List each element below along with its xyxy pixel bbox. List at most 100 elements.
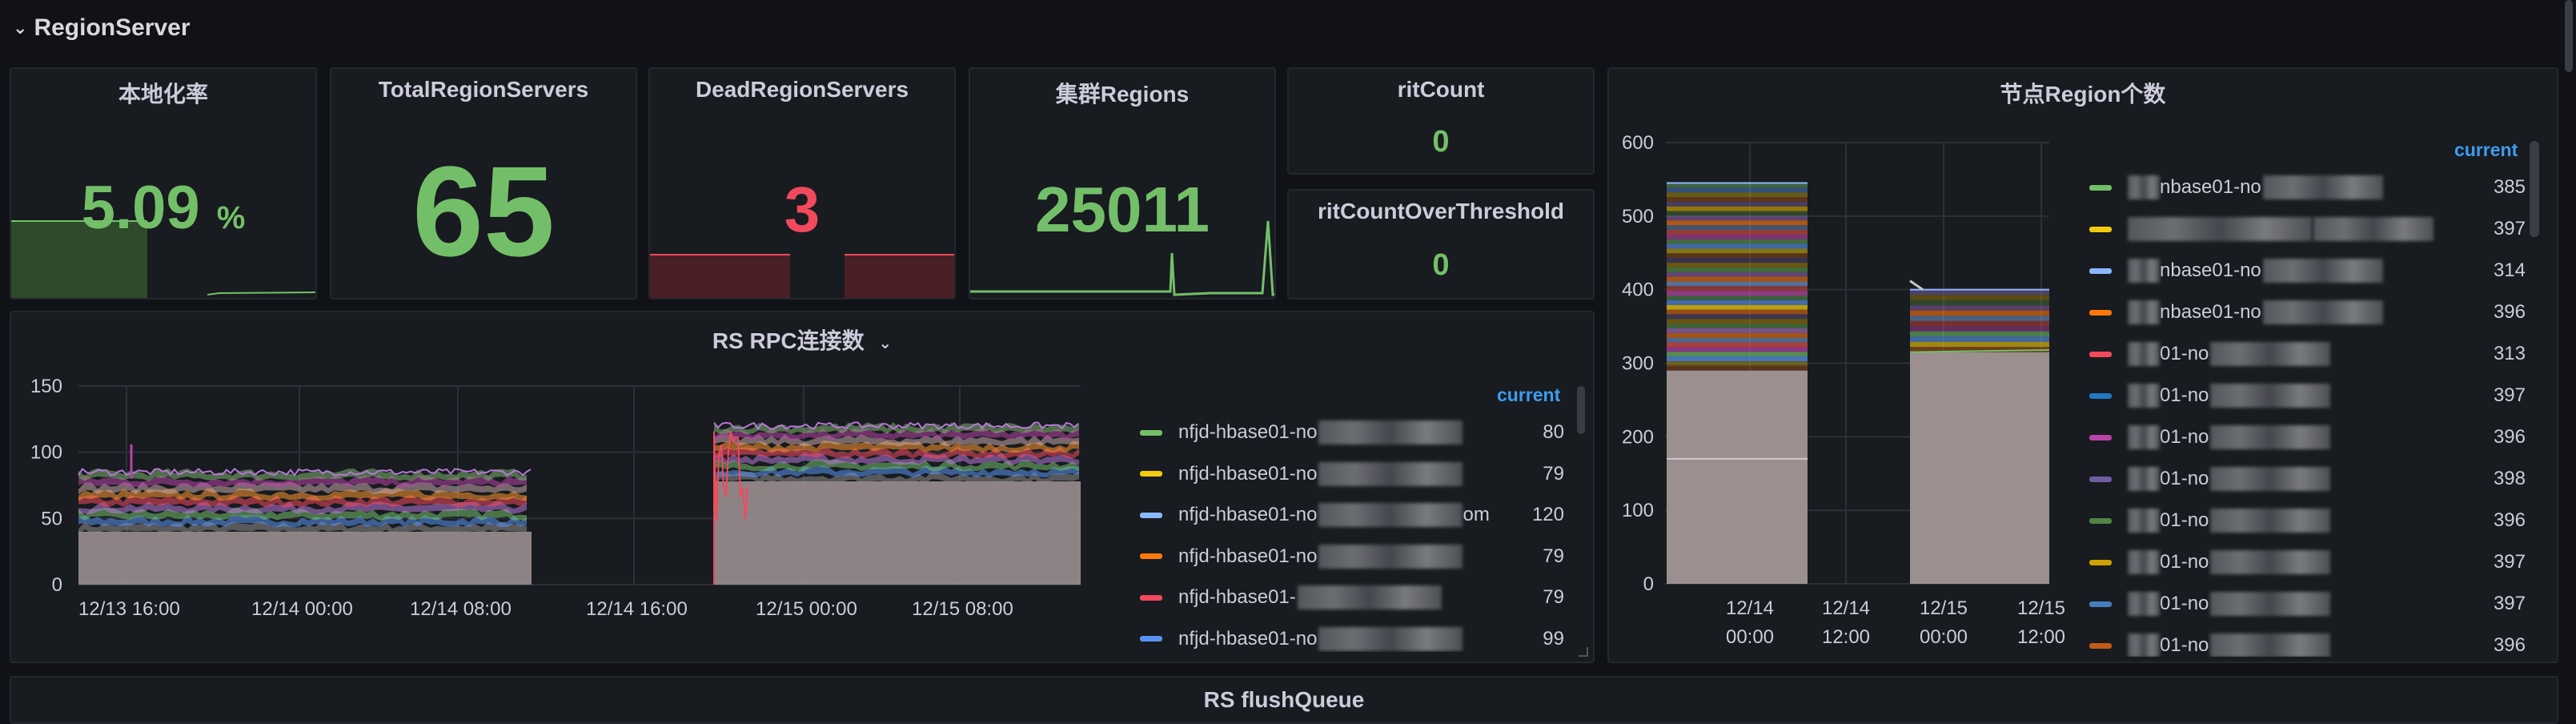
legend-item[interactable]: nfjd-hbase01-no 79 (1140, 536, 1588, 577)
legend-swatch (2089, 392, 2112, 399)
series-line (1909, 280, 1924, 291)
page-scrollbar[interactable] (2565, 0, 2573, 72)
legend-item[interactable]: 01-no 396 (2089, 500, 2542, 541)
redacted-hostname (2210, 384, 2331, 408)
legend-item[interactable]: nfjd-hbase01- 79 (1140, 577, 1588, 618)
legend-label: nfjd-hbase01- (1178, 586, 1296, 608)
y-tick-label: 400 (1622, 280, 1654, 301)
y-tick-label: 600 (1622, 132, 1654, 154)
stat-panel-total-rs[interactable]: TotalRegionServers 65 (330, 67, 637, 300)
row-header[interactable]: ⌄ RegionServer (13, 14, 191, 42)
redacted-hostname (2128, 259, 2160, 283)
legend-swatch (1140, 594, 1162, 601)
redacted-hostname (1318, 626, 1463, 651)
series-area (1667, 347, 1808, 352)
legend-value: 396 (2493, 509, 2526, 531)
stat-panel-rit-over-threshold[interactable]: ritCountOverThreshold 0 (1287, 189, 1595, 300)
legend-value: 79 (1543, 586, 1564, 608)
legend-item[interactable]: 01-no 397 (2089, 541, 2542, 583)
legend-label: 01-no (2160, 509, 2209, 531)
series-area (1910, 326, 2049, 332)
series-area (1910, 305, 2049, 311)
series-area (1667, 272, 1808, 277)
redacted-hostname (2128, 550, 2160, 574)
panel-title: RS flushQueue (1203, 687, 1365, 712)
series-area (1667, 215, 1808, 221)
rpc-connections-panel[interactable]: RS RPC连接数 ⌄ 0 50 100 150 12/13 16:00 12/14 00… (10, 311, 1595, 663)
area-band (1667, 370, 1808, 584)
legend-item[interactable]: 01-no 398 (2089, 458, 2542, 500)
x-tick-label: 12:00 (2017, 626, 2065, 648)
legend-item[interactable]: 01-no 313 (2089, 333, 2542, 375)
legend-item[interactable]: nfjd-hbase01-no om 120 (1140, 494, 1588, 536)
stat-panel-cluster-regions[interactable]: 集群Regions 25011 (969, 67, 1276, 300)
legend-item[interactable]: nbase01-no 396 (2089, 292, 2542, 333)
series-area (1667, 187, 1808, 193)
x-tick-label: 00:00 (1726, 626, 1774, 648)
legend-swatch (2089, 226, 2112, 232)
legend-header[interactable]: current (2454, 139, 2518, 161)
series-area (1667, 352, 1808, 357)
series-area (1667, 296, 1808, 300)
region-legend: nbase01-no 385 397 nbase01-no 314 nbase01-no 3… (2089, 167, 2542, 657)
series-area (1667, 211, 1808, 216)
legend-item[interactable]: nfjd-hbase01-no 80 (1140, 412, 1588, 453)
series-area (1667, 328, 1808, 333)
series-area (1667, 360, 1808, 366)
legend-swatch (2089, 517, 2112, 524)
stat-panel-rit-count[interactable]: ritCount 0 (1287, 67, 1595, 175)
flush-queue-panel[interactable]: RS flushQueue (10, 676, 2558, 724)
series-area (1667, 291, 1808, 296)
redacted-hostname (1318, 544, 1463, 569)
x-tick-label: 00:00 (1920, 626, 1968, 648)
stat-title: ritCount (1397, 77, 1485, 102)
row-title: RegionServer (34, 14, 191, 41)
region-chart[interactable]: 0 100 200 300 400 500 600 12/14 00:00 12/14 12:00 1… (1609, 69, 2073, 663)
stat-value: 5.09 % (11, 173, 315, 243)
series-area (1667, 356, 1808, 361)
legend-item[interactable]: 01-no 397 (2089, 375, 2542, 416)
stat-panel-dead-rs[interactable]: DeadRegionServers 3 (648, 67, 956, 300)
redacted-hostname (1318, 461, 1463, 486)
legend-scrollbar[interactable] (2530, 141, 2539, 237)
legend-swatch (1140, 636, 1162, 642)
redacted-hostname (2128, 342, 2160, 366)
x-tick-label: 12:00 (1822, 626, 1870, 648)
legend-value: 79 (1543, 462, 1564, 485)
legend-item[interactable]: nbase01-no 385 (2089, 167, 2542, 208)
redacted-hostname (2210, 550, 2331, 574)
legend-item[interactable]: 01-no 396 (2089, 625, 2542, 657)
legend-item[interactable]: nbase01-no 314 (2089, 250, 2542, 292)
legend-value: 396 (2493, 301, 2526, 323)
redacted-hostname (2313, 217, 2434, 241)
series-area (1667, 258, 1808, 263)
legend-value: 80 (1543, 421, 1564, 443)
legend-item[interactable]: 397 (2089, 208, 2542, 250)
series-area (1667, 239, 1808, 244)
x-tick-label: 12/14 (1822, 597, 1870, 619)
node-region-count-panel[interactable]: 节点Region个数 0 100 200 300 400 500 600 12/14 00:00… (1607, 67, 2558, 663)
y-tick-label: 200 (1622, 426, 1654, 448)
legend-item[interactable]: nfjd-hbase01-no 79 (1140, 453, 1588, 495)
series-area (1667, 267, 1808, 272)
legend-item[interactable]: 01-no 396 (2089, 416, 2542, 458)
series-area (1667, 304, 1808, 310)
chevron-down-icon: ⌄ (13, 18, 28, 38)
series-area (1910, 316, 2049, 321)
redacted-hostname (2128, 217, 2312, 241)
legend-label: 01-no (2160, 593, 2209, 614)
series-area (1667, 365, 1808, 371)
legend-item[interactable]: 01-no 397 (2089, 583, 2542, 625)
legend-label: 01-no (2160, 343, 2209, 364)
x-tick-label: 12/14 (1726, 597, 1774, 619)
redacted-hostname (2210, 425, 2331, 449)
legend-header[interactable]: current (1497, 384, 1560, 406)
rpc-chart[interactable]: 0 50 100 150 12/13 16:00 12/14 00:00 12/14 08:… (11, 312, 1132, 663)
legend-item[interactable]: nfjd-hbase01-no 99 (1140, 618, 1588, 653)
redacted-hostname (2128, 175, 2160, 199)
resize-handle-icon[interactable] (1579, 647, 1588, 657)
stat-panel-locality[interactable]: 本地化率 5.09 % (10, 67, 317, 300)
series-area (1667, 234, 1808, 239)
legend-scrollbar[interactable] (1577, 386, 1585, 434)
series-area (1910, 336, 2049, 342)
